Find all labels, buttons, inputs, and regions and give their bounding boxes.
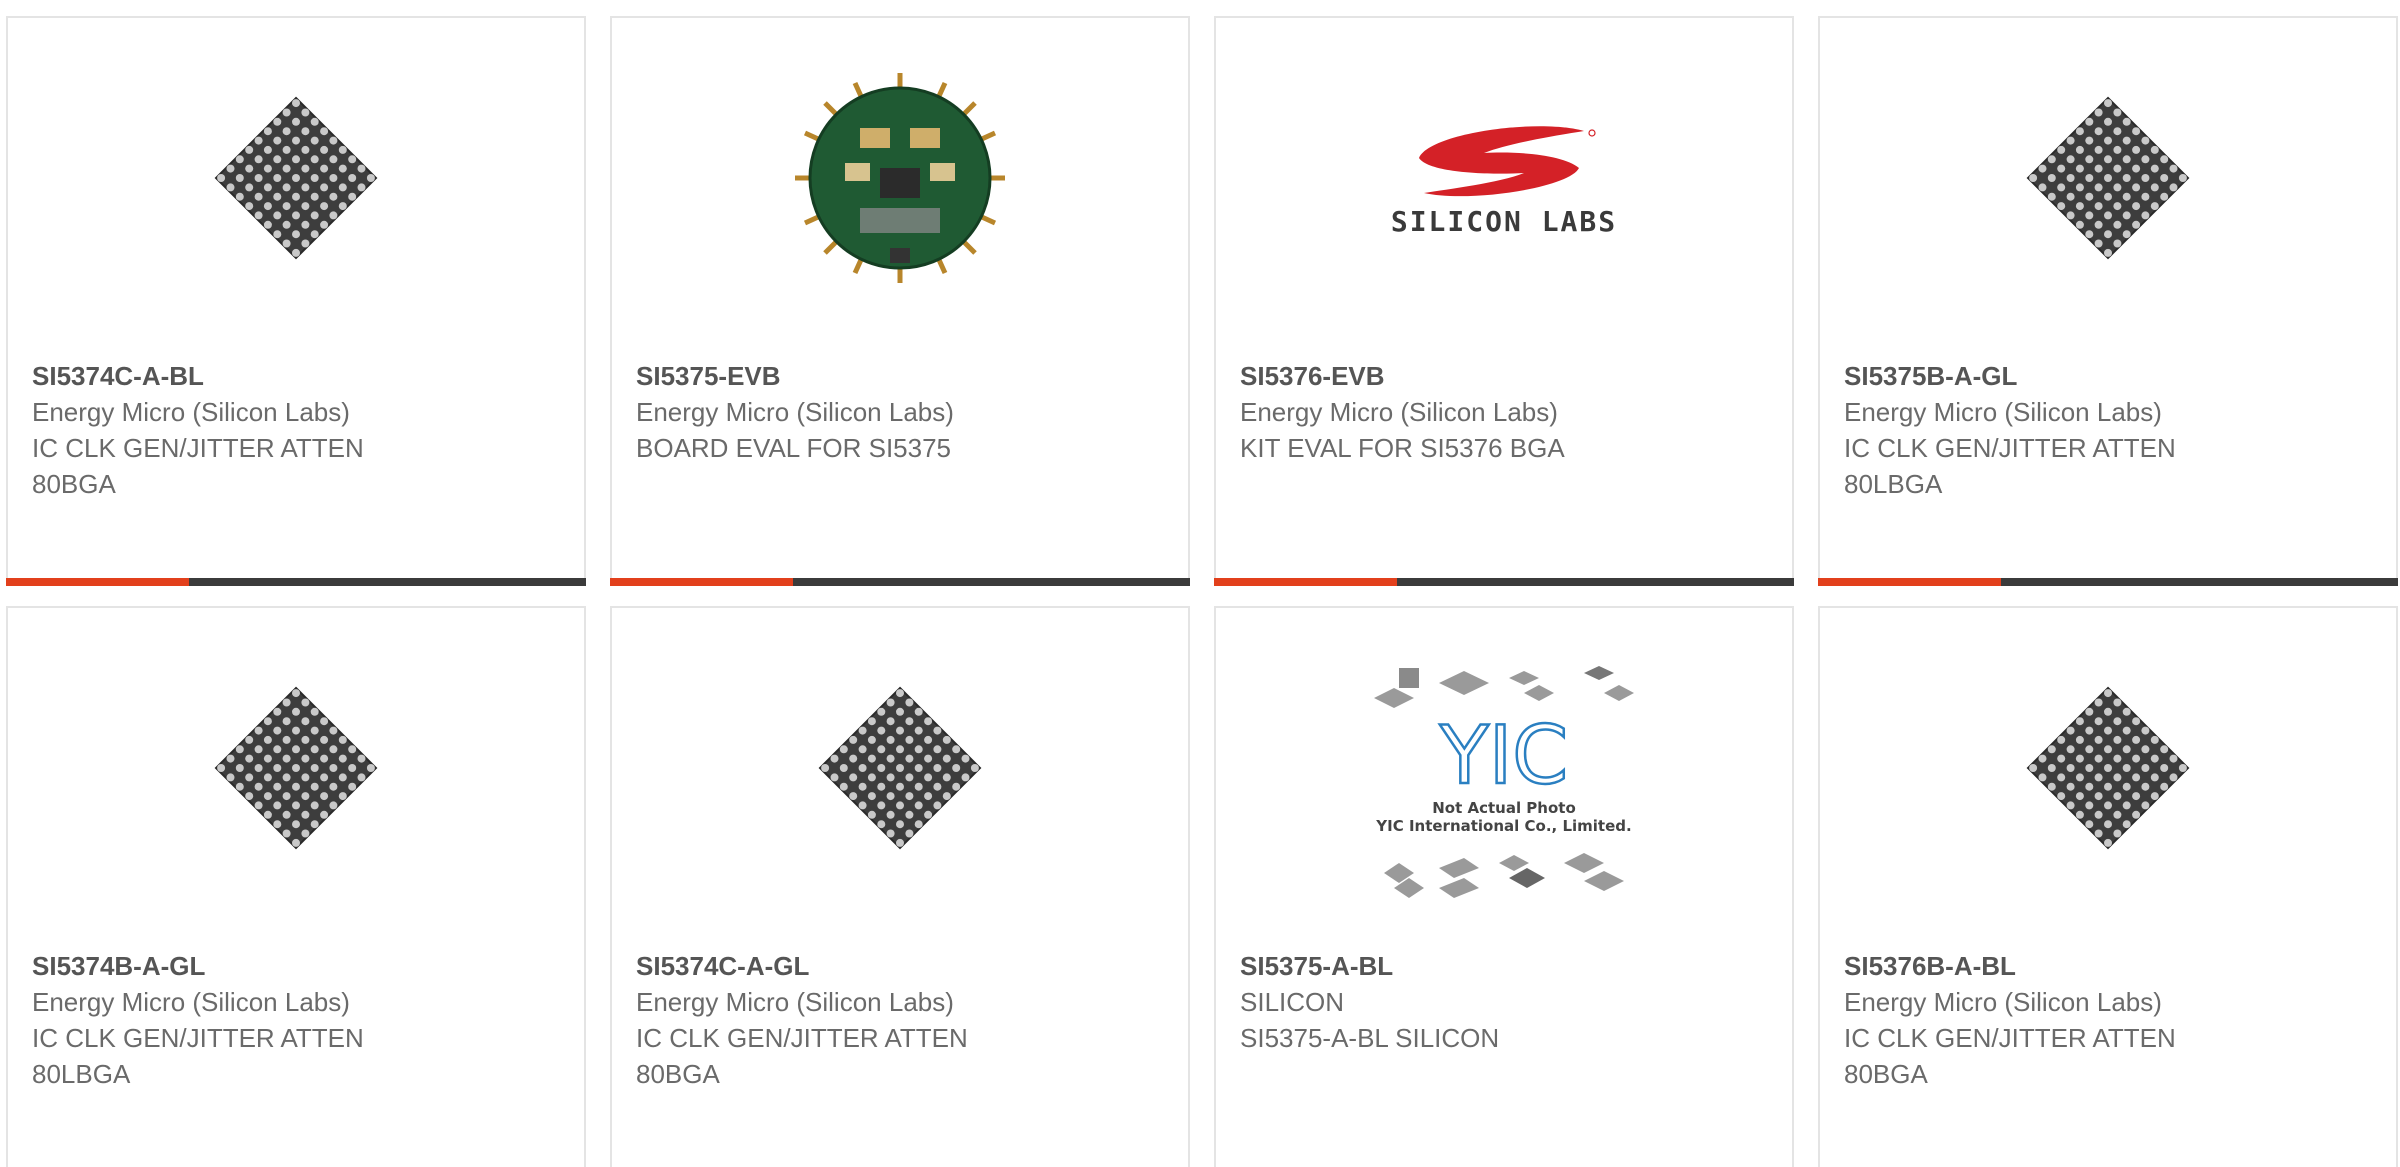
product-image[interactable] (8, 668, 584, 868)
product-card[interactable]: YIC Not Actual Photo YIC International C… (1214, 606, 1794, 1167)
product-image[interactable]: YIC Not Actual Photo YIC International C… (1216, 658, 1792, 908)
part-number[interactable]: SI5375-EVB (636, 358, 1168, 394)
photo-note: Not Actual Photo (1432, 799, 1576, 817)
manufacturer: Energy Micro (Silicon Labs) (1240, 397, 1558, 427)
product-grid: SI5374C-A-BL Energy Micro (Silicon Labs)… (0, 0, 2400, 1167)
product-image[interactable] (612, 73, 1188, 283)
part-number[interactable]: SI5375-A-BL (1240, 948, 1772, 984)
product-card[interactable]: SI5375-EVB Energy Micro (Silicon Labs) B… (610, 16, 1190, 586)
part-number[interactable]: SI5375B-A-GL (1844, 358, 2376, 394)
description: SI5375-A-BL SILICON (1240, 1023, 1500, 1053)
description: IC CLK GEN/JITTER ATTEN 80BGA (32, 433, 364, 499)
product-card[interactable]: SI5374C-A-BL Energy Micro (Silicon Labs)… (6, 16, 586, 586)
manufacturer: Energy Micro (Silicon Labs) (32, 397, 350, 427)
bga-chip-icon (2026, 686, 2190, 850)
bga-chip-icon (818, 686, 982, 850)
product-card[interactable]: SI5374C-A-GL Energy Micro (Silicon Labs)… (610, 606, 1190, 1167)
bga-chip-icon (2026, 96, 2190, 260)
description: IC CLK GEN/JITTER ATTEN 80LBGA (1844, 433, 2176, 499)
card-footer-bar (6, 578, 586, 586)
card-footer-bar (610, 578, 1190, 586)
part-number[interactable]: SI5376-EVB (1240, 358, 1772, 394)
part-number[interactable]: SI5374C-A-BL (32, 358, 564, 394)
description: KIT EVAL FOR SI5376 BGA (1240, 433, 1565, 463)
product-card[interactable]: SI5375B-A-GL Energy Micro (Silicon Labs)… (1818, 16, 2398, 586)
manufacturer: Energy Micro (Silicon Labs) (32, 987, 350, 1017)
product-card[interactable]: SILICON LABS SI5376-EVB Energy Micro (Si… (1214, 16, 1794, 586)
card-footer-accent (1214, 578, 1397, 586)
yic-placeholder-icon: YIC Not Actual Photo YIC International C… (1374, 666, 1634, 898)
manufacturer: Energy Micro (Silicon Labs) (1844, 987, 2162, 1017)
card-footer-accent (1818, 578, 2001, 586)
bga-chip-icon (214, 686, 378, 850)
manufacturer: Energy Micro (Silicon Labs) (636, 987, 954, 1017)
silicon-labs-logo: SILICON LABS (1391, 126, 1617, 238)
manufacturer: SILICON (1240, 987, 1345, 1017)
card-footer-bar (1818, 578, 2398, 586)
part-number[interactable]: SI5374B-A-GL (32, 948, 564, 984)
product-image[interactable] (1820, 78, 2396, 278)
description: IC CLK GEN/JITTER ATTEN 80BGA (1844, 1023, 2176, 1089)
card-footer-bar (1214, 578, 1794, 586)
card-footer-accent (610, 578, 793, 586)
product-card[interactable]: SI5376B-A-BL Energy Micro (Silicon Labs)… (1818, 606, 2398, 1167)
eval-board-icon (795, 73, 1005, 283)
logo-text: SILICON LABS (1391, 205, 1617, 238)
product-image[interactable] (8, 78, 584, 278)
yic-logo-text: YIC (1439, 709, 1568, 802)
product-image[interactable] (612, 668, 1188, 868)
description: BOARD EVAL FOR SI5375 (636, 433, 952, 463)
manufacturer: Energy Micro (Silicon Labs) (1844, 397, 2162, 427)
part-number[interactable]: SI5376B-A-BL (1844, 948, 2376, 984)
manufacturer: Energy Micro (Silicon Labs) (636, 397, 954, 427)
description: IC CLK GEN/JITTER ATTEN 80BGA (636, 1023, 968, 1089)
product-image[interactable]: SILICON LABS (1216, 78, 1792, 278)
photo-company: YIC International Co., Limited. (1375, 817, 1631, 835)
product-image[interactable] (1820, 668, 2396, 868)
product-card[interactable]: SI5374B-A-GL Energy Micro (Silicon Labs)… (6, 606, 586, 1167)
card-footer-accent (6, 578, 189, 586)
part-number[interactable]: SI5374C-A-GL (636, 948, 1168, 984)
description: IC CLK GEN/JITTER ATTEN 80LBGA (32, 1023, 364, 1089)
bga-chip-icon (214, 96, 378, 260)
